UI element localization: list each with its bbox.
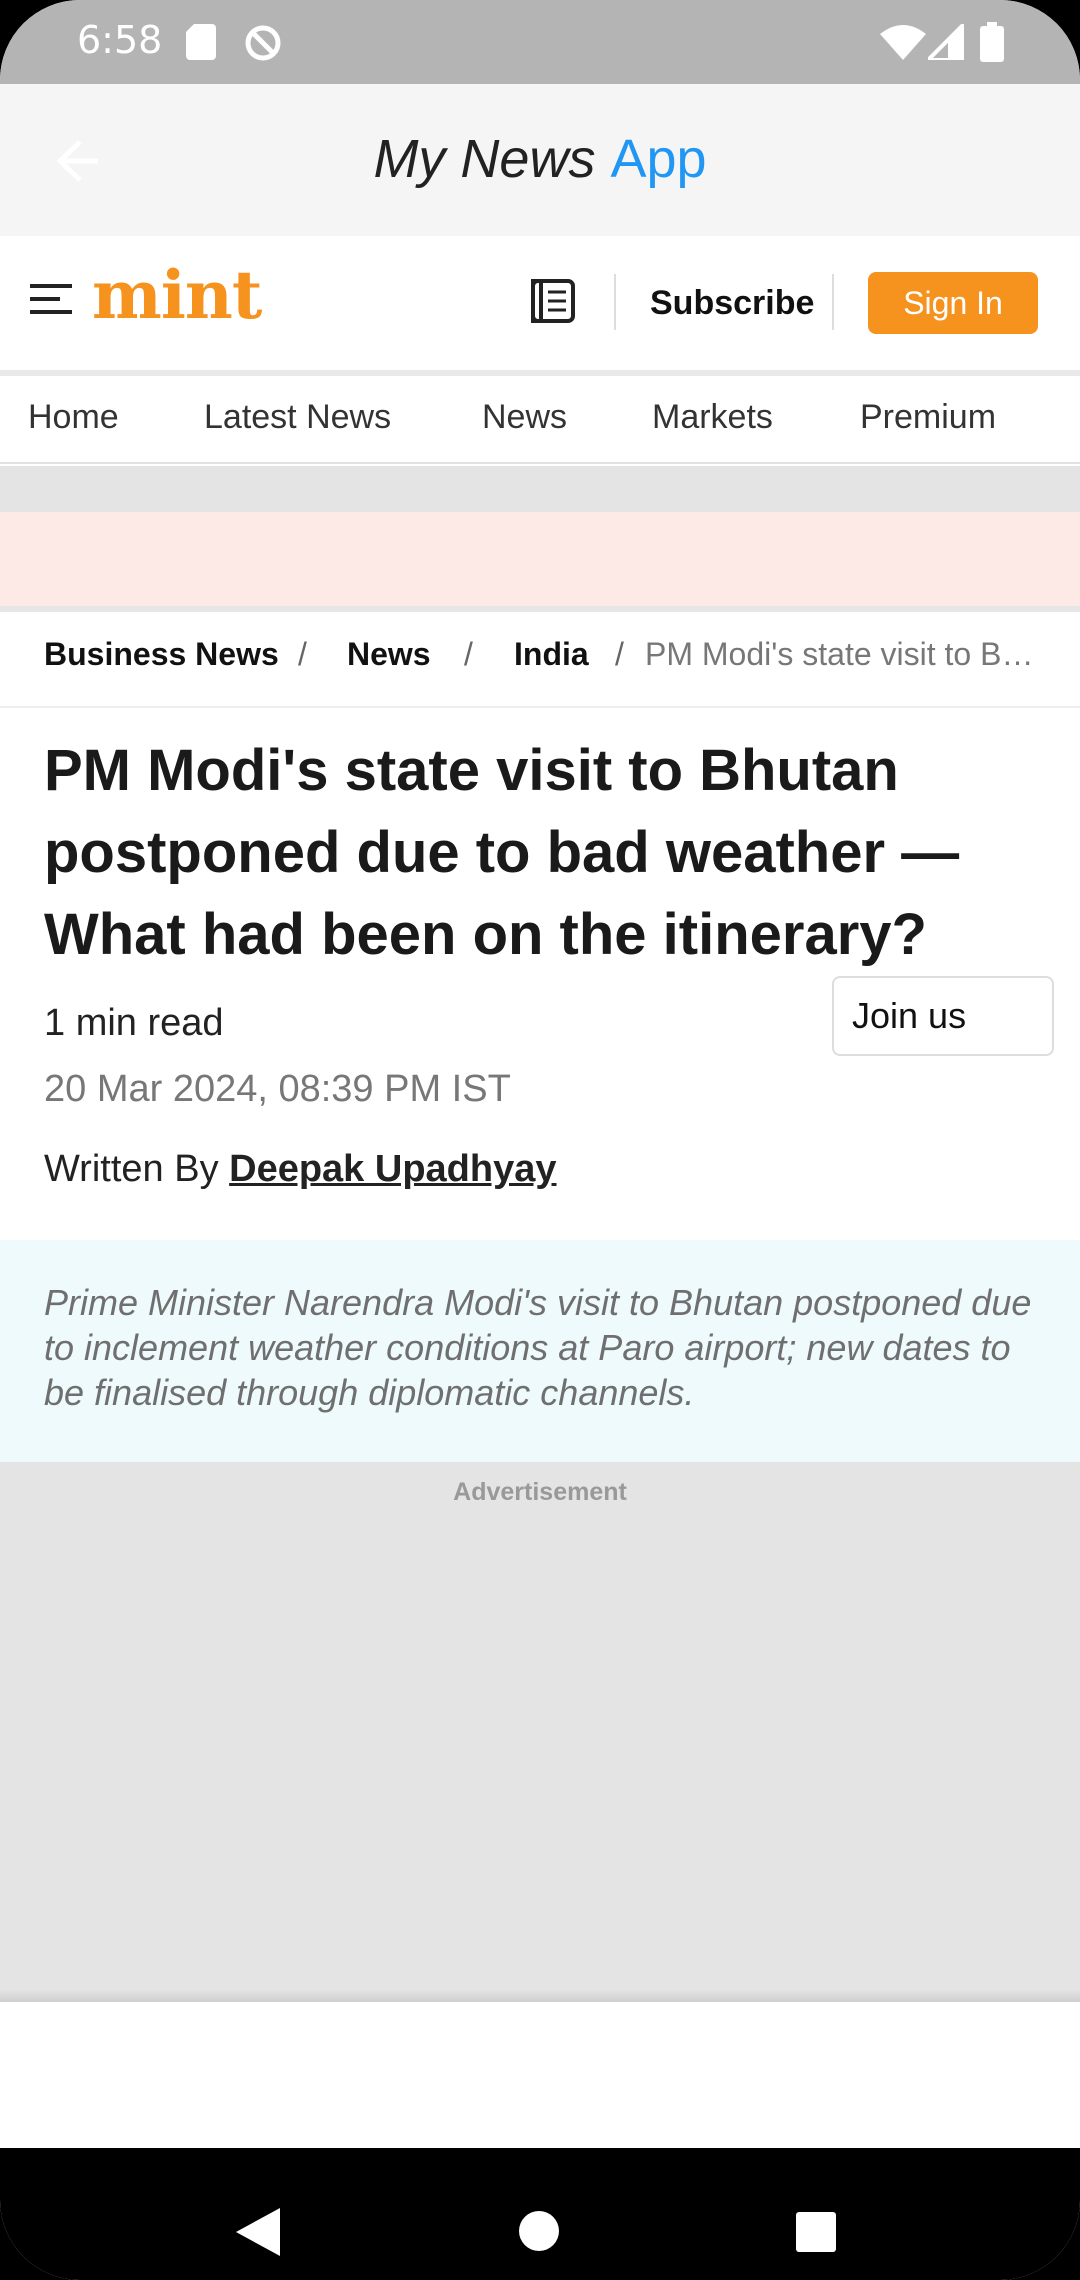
breadcrumb-separator: /	[615, 636, 624, 672]
sync-off-icon	[245, 25, 281, 61]
nav-back-icon[interactable]	[236, 2208, 280, 2256]
byline-prefix: Written By	[44, 1148, 219, 1190]
site-header: mint Subscribe Sign In	[0, 236, 1080, 370]
breadcrumb-separator: /	[464, 636, 473, 672]
ad-shadow	[0, 1990, 1080, 2002]
mint-logo[interactable]: mint	[92, 256, 262, 334]
tab-markets[interactable]: Markets	[652, 398, 773, 437]
sd-card-icon	[186, 24, 216, 60]
battery-icon	[980, 22, 1004, 62]
nav-tabs: Home Latest News News Markets Premium	[0, 376, 1080, 464]
status-time: 6:58	[77, 18, 163, 62]
breadcrumb-item[interactable]: Business News	[44, 636, 279, 673]
article-summary: Prime Minister Narendra Modi's visit to …	[0, 1240, 1080, 1462]
hamburger-menu-icon[interactable]	[30, 280, 72, 318]
nav-home-icon[interactable]	[518, 2210, 560, 2252]
breadcrumb-current: PM Modi's state visit to B…	[645, 636, 1034, 672]
ad-banner	[0, 512, 1080, 606]
article-headline: PM Modi's state visit to Bhutan postpone…	[44, 738, 960, 967]
app-title-accent: App	[610, 129, 707, 189]
advertisement-area: Advertisement	[0, 1462, 1080, 2002]
summary-text: Prime Minister Narendra Modi's visit to …	[44, 1282, 1032, 1413]
signal-icon	[928, 24, 964, 60]
join-us-button[interactable]: Join us	[832, 976, 1054, 1056]
app-title: My News App	[0, 128, 1080, 190]
ad-strip	[0, 466, 1080, 512]
advertisement-label: Advertisement	[453, 1478, 627, 1506]
breadcrumb-item[interactable]: India	[514, 636, 589, 673]
tab-premium[interactable]: Premium	[860, 398, 996, 437]
breadcrumb: Business News / News / India / PM Modi's…	[0, 612, 1080, 708]
status-bar: 6:58	[0, 0, 1080, 84]
wifi-icon	[880, 25, 926, 60]
byline: Written By Deepak Upadhyay	[44, 1148, 557, 1191]
read-time: 1 min read	[44, 1002, 224, 1044]
header-divider	[832, 274, 834, 330]
header-divider	[614, 274, 616, 330]
publish-date: 20 Mar 2024, 08:39 PM IST	[44, 1068, 511, 1110]
phone-screen: 6:58 My News App mint Subscribe Sign In …	[0, 0, 1080, 2280]
tab-news[interactable]: News	[482, 398, 567, 437]
nav-recents-icon[interactable]	[796, 2212, 836, 2252]
tab-home[interactable]: Home	[28, 398, 119, 437]
epaper-icon[interactable]	[530, 278, 576, 324]
breadcrumb-separator: /	[298, 636, 307, 672]
system-nav-bar	[0, 2148, 1080, 2280]
app-title-main: My News	[373, 129, 596, 189]
author-link[interactable]: Deepak Upadhyay	[229, 1148, 556, 1190]
sign-in-button[interactable]: Sign In	[868, 272, 1038, 334]
tab-latest-news[interactable]: Latest News	[204, 398, 391, 437]
app-bar: My News App	[0, 84, 1080, 236]
breadcrumb-item[interactable]: News	[347, 636, 431, 673]
subscribe-link[interactable]: Subscribe	[650, 284, 814, 323]
content-bottom	[0, 2002, 1080, 2148]
